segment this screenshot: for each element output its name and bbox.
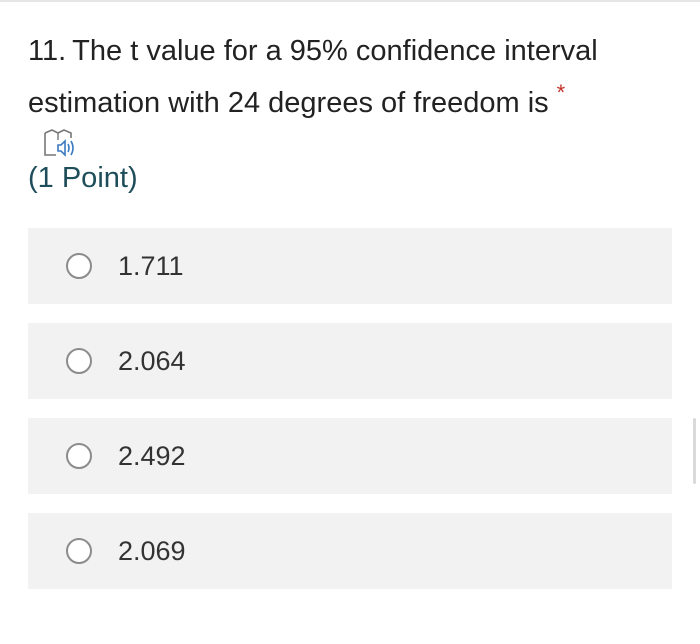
question-title-line-1: 11. The t value for a 95% confidence inte… xyxy=(28,30,668,72)
scrollbar-thumb[interactable] xyxy=(693,418,696,484)
immersive-reader-speaker-icon[interactable] xyxy=(42,128,78,158)
question-number: 11. xyxy=(28,35,67,67)
radio-button[interactable] xyxy=(66,538,92,564)
option-label: 2.492 xyxy=(118,441,186,471)
option-2[interactable]: 2.064 xyxy=(28,323,672,399)
option-4[interactable]: 2.069 xyxy=(28,513,672,589)
question-text-line-1: The t value for a 95% confidence interva… xyxy=(72,35,598,67)
option-3[interactable]: 2.492 xyxy=(28,418,672,494)
option-label: 2.069 xyxy=(118,536,186,566)
option-label: 2.064 xyxy=(118,346,186,376)
radio-button[interactable] xyxy=(66,253,92,279)
question-block: 11. The t value for a 95% confidence inte… xyxy=(28,30,668,196)
option-label: 1.711 xyxy=(118,251,184,281)
answer-options: 1.711 2.064 2.492 2.069 xyxy=(28,228,672,608)
question-points: (1 Point) xyxy=(28,162,138,194)
option-1[interactable]: 1.711 xyxy=(28,228,672,304)
question-title-line-2: estimation with 24 degrees of freedom is… xyxy=(28,72,668,124)
radio-button[interactable] xyxy=(66,443,92,469)
question-text-line-2: estimation with 24 degrees of freedom is xyxy=(28,87,549,119)
required-marker: * xyxy=(556,80,566,105)
top-divider xyxy=(0,0,700,2)
form-page: 11. The t value for a 95% confidence inte… xyxy=(0,0,700,644)
radio-button[interactable] xyxy=(66,348,92,374)
